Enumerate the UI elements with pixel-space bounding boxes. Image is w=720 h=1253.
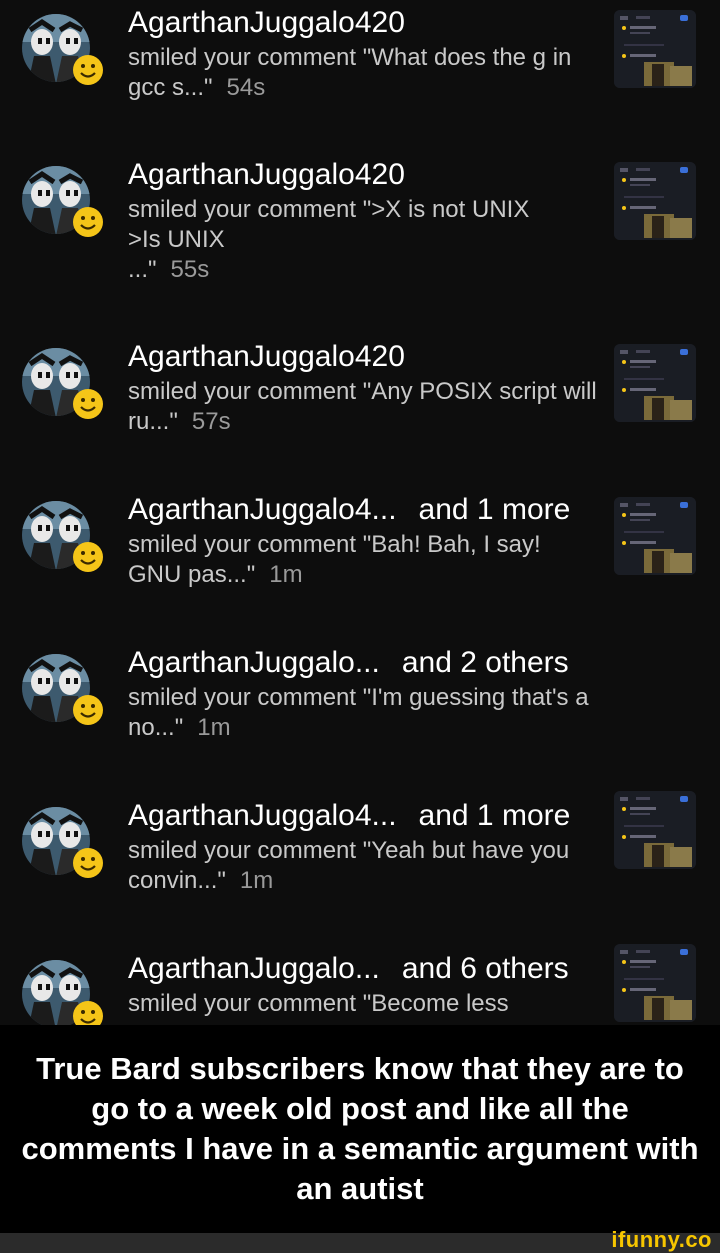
notification-title: AgarthanJuggalo420 bbox=[128, 338, 427, 376]
post-thumbnail-icon bbox=[614, 344, 696, 422]
username[interactable]: AgarthanJuggalo4... bbox=[128, 493, 397, 526]
username[interactable]: AgarthanJuggalo... bbox=[128, 952, 380, 985]
notification-item[interactable]: AgarthanJuggalo420 smiled your comment "… bbox=[0, 158, 720, 304]
post-thumbnail-icon bbox=[614, 944, 696, 1022]
smiley-face-icon bbox=[73, 695, 103, 725]
post-thumbnail[interactable] bbox=[614, 944, 696, 1022]
caption-text: True Bard subscribers know that they are… bbox=[21, 1051, 699, 1206]
notification-item[interactable]: AgarthanJuggalo420 smiled your comment "… bbox=[0, 6, 720, 152]
timestamp: 1m bbox=[239, 867, 274, 894]
post-thumbnail[interactable] bbox=[614, 344, 696, 422]
post-thumbnail[interactable] bbox=[614, 162, 696, 240]
smiley-face-icon bbox=[73, 389, 103, 419]
timestamp: 55s bbox=[170, 256, 210, 283]
watermark-bar: ifunny.co bbox=[0, 1227, 720, 1253]
notification-text: smiled your comment "Any POSIX script wi… bbox=[128, 377, 598, 437]
avatar[interactable] bbox=[20, 958, 106, 1025]
notification-text: smiled your comment "Become less bbox=[128, 989, 598, 1019]
smiley-face-icon bbox=[73, 848, 103, 878]
post-thumbnail-icon bbox=[614, 791, 696, 869]
juggalo-avatar-icon bbox=[22, 14, 103, 85]
comment-preview: smiled your comment "Yeah but have you c… bbox=[128, 837, 570, 894]
notification-text: smiled your comment "I'm guessing that's… bbox=[128, 683, 598, 743]
avatar[interactable] bbox=[20, 164, 106, 238]
juggalo-avatar-icon bbox=[22, 807, 103, 878]
juggalo-avatar-icon bbox=[22, 166, 103, 237]
others-count: and 6 others bbox=[401, 952, 569, 985]
avatar[interactable] bbox=[20, 12, 106, 86]
timestamp: 54s bbox=[226, 74, 266, 101]
smiley-face-icon bbox=[73, 542, 103, 572]
timestamp: 1m bbox=[269, 561, 303, 588]
username[interactable]: AgarthanJuggalo420 bbox=[128, 340, 405, 373]
username[interactable]: AgarthanJuggalo... bbox=[128, 646, 380, 679]
comment-preview: smiled your comment "Bah! Bah, I say! GN… bbox=[128, 531, 541, 588]
comment-preview: smiled your comment "Become less bbox=[128, 990, 509, 1017]
notification-item[interactable]: AgarthanJuggalo... and 6 others smiled yo… bbox=[0, 944, 720, 1025]
post-thumbnail[interactable] bbox=[614, 497, 696, 575]
post-thumbnail-icon bbox=[614, 162, 696, 240]
notification-text: smiled your comment "Bah! Bah, I say! GN… bbox=[128, 530, 598, 590]
notification-item[interactable]: AgarthanJuggalo... and 2 others smiled yo… bbox=[0, 646, 720, 792]
post-thumbnail-icon bbox=[614, 497, 696, 575]
comment-preview: smiled your comment "What does the g in … bbox=[128, 44, 572, 101]
post-thumbnail-icon bbox=[614, 10, 696, 88]
others-count: and 1 more bbox=[418, 799, 571, 832]
notification-title: AgarthanJuggalo... and 6 others bbox=[128, 950, 569, 988]
notification-text: smiled your comment "Yeah but have you c… bbox=[128, 836, 598, 896]
notification-title: AgarthanJuggalo420 bbox=[128, 156, 427, 194]
username[interactable]: AgarthanJuggalo420 bbox=[128, 6, 405, 39]
timestamp: 1m bbox=[197, 714, 231, 741]
notification-title: AgarthanJuggalo420 bbox=[128, 4, 427, 42]
meme-caption: True Bard subscribers know that they are… bbox=[0, 1025, 720, 1233]
smiley-face-icon bbox=[73, 207, 103, 237]
timestamp: 57s bbox=[191, 408, 231, 435]
notification-title: AgarthanJuggalo... and 2 others bbox=[128, 644, 569, 682]
post-thumbnail[interactable] bbox=[614, 791, 696, 869]
notification-title: AgarthanJuggalo4... and 1 more bbox=[128, 797, 570, 835]
notification-text: smiled your comment "What does the g in … bbox=[128, 43, 598, 103]
avatar[interactable] bbox=[20, 652, 106, 726]
avatar[interactable] bbox=[20, 346, 106, 420]
juggalo-avatar-icon bbox=[22, 348, 103, 419]
juggalo-avatar-icon bbox=[22, 654, 103, 725]
others-count: and 2 others bbox=[401, 646, 569, 679]
avatar[interactable] bbox=[20, 805, 106, 879]
notification-text: smiled your comment ">X is not UNIX >Is … bbox=[128, 195, 598, 285]
notification-feed: AgarthanJuggalo420 smiled your comment "… bbox=[0, 0, 720, 1025]
others-count: and 1 more bbox=[418, 493, 571, 526]
notification-item[interactable]: AgarthanJuggalo4... and 1 more smiled you… bbox=[0, 493, 720, 639]
username[interactable]: AgarthanJuggalo4... bbox=[128, 799, 397, 832]
username[interactable]: AgarthanJuggalo420 bbox=[128, 158, 405, 191]
juggalo-avatar-icon bbox=[22, 501, 103, 572]
notification-title: AgarthanJuggalo4... and 1 more bbox=[128, 491, 570, 529]
post-thumbnail[interactable] bbox=[614, 10, 696, 88]
smiley-face-icon bbox=[73, 55, 103, 85]
avatar[interactable] bbox=[20, 499, 106, 573]
juggalo-avatar-icon bbox=[22, 960, 103, 1025]
ifunny-watermark: ifunny.co bbox=[611, 1227, 712, 1252]
notification-item[interactable]: AgarthanJuggalo4... and 1 more smiled you… bbox=[0, 791, 720, 945]
notification-item[interactable]: AgarthanJuggalo420 smiled your comment "… bbox=[0, 340, 720, 486]
